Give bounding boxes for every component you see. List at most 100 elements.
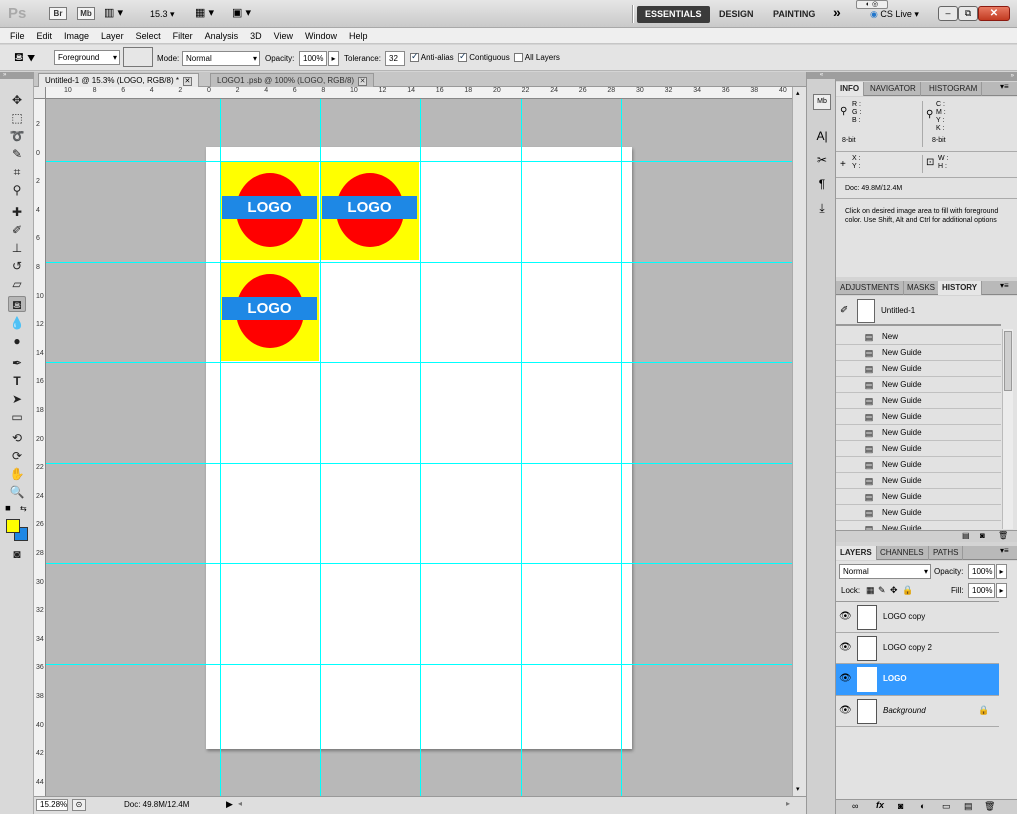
- tab-navigator[interactable]: NAVIGATOR: [866, 82, 921, 96]
- dock-collapse-icon[interactable]: «: [807, 72, 836, 79]
- menu-image[interactable]: Image: [58, 28, 95, 44]
- anti-alias-option[interactable]: Anti-alias: [410, 51, 454, 63]
- history-item[interactable]: ▤ New Guide: [836, 441, 1001, 457]
- vertical-guide[interactable]: [621, 99, 622, 796]
- brush-tool-icon[interactable]: ✐: [8, 222, 26, 238]
- character-panel-icon[interactable]: A|: [813, 128, 831, 144]
- layer-style-icon[interactable]: fx: [876, 800, 884, 810]
- tab-histogram[interactable]: HISTOGRAM: [925, 82, 983, 96]
- layer-row-logo-copy[interactable]: 👁 LOGO copy: [836, 602, 999, 633]
- scroll-left-icon[interactable]: ◂: [238, 799, 242, 808]
- tab-info[interactable]: INFO: [836, 82, 865, 96]
- tab-layers[interactable]: LAYERS: [836, 546, 877, 560]
- horizontal-guide[interactable]: [46, 262, 792, 263]
- blur-tool-icon[interactable]: 💧: [8, 315, 26, 331]
- status-menu-icon[interactable]: ⊙: [72, 799, 86, 811]
- panels-collapse-icon[interactable]: »: [836, 72, 1017, 81]
- status-popup-arrow-icon[interactable]: ▶: [226, 799, 233, 810]
- close-tab-icon[interactable]: ✕: [358, 77, 368, 86]
- history-item[interactable]: ▤ New Guide: [836, 361, 1001, 377]
- horizontal-guide[interactable]: [46, 563, 792, 564]
- tab-adjustments[interactable]: ADJUSTMENTS: [836, 281, 905, 295]
- history-snapshot[interactable]: ✐ Untitled-1: [836, 296, 1001, 326]
- layer-opacity-input[interactable]: 100%: [968, 564, 995, 579]
- menu-window[interactable]: Window: [299, 28, 343, 44]
- all-layers-option[interactable]: All Layers: [514, 53, 560, 63]
- visibility-eye-icon[interactable]: 👁: [839, 642, 852, 653]
- quick-selection-tool-icon[interactable]: ✎: [8, 146, 26, 162]
- tab-masks[interactable]: MASKS: [903, 281, 941, 295]
- minimize-button[interactable]: –: [938, 6, 958, 21]
- scroll-up-icon[interactable]: ▴: [796, 89, 800, 97]
- contiguous-option[interactable]: Contiguous: [458, 51, 510, 63]
- ruler-origin[interactable]: [34, 87, 46, 99]
- canvas-area[interactable]: LOGO LOGO LOGO: [46, 99, 792, 796]
- vertical-guide[interactable]: [521, 99, 522, 796]
- healing-brush-tool-icon[interactable]: ✚: [8, 204, 26, 220]
- tab-channels[interactable]: CHANNELS: [876, 546, 929, 560]
- tab-logo1-psb[interactable]: LOGO1 .psb @ 100% (LOGO, RGB/8) ✕: [210, 73, 375, 87]
- lock-transparency-icon[interactable]: ▦: [866, 585, 875, 596]
- menu-layer[interactable]: Layer: [95, 28, 130, 44]
- contiguous-checkbox[interactable]: [458, 51, 467, 63]
- history-item[interactable]: ▤ New Guide: [836, 489, 1001, 505]
- tab-untitled-1[interactable]: Untitled-1 @ 15.3% (LOGO, RGB/8) * ✕: [38, 73, 199, 87]
- hand-tool-icon[interactable]: ✋: [8, 466, 26, 482]
- layer-row-background[interactable]: 👁 Background 🔒: [836, 696, 999, 727]
- cs-live-button[interactable]: ◉ CS Live ▾: [870, 9, 919, 20]
- more-workspaces-button[interactable]: »: [833, 4, 841, 20]
- blend-mode-select[interactable]: Normal ▾: [839, 564, 931, 579]
- history-item[interactable]: ▤ New: [836, 329, 1001, 345]
- eraser-tool-icon[interactable]: ▱: [8, 276, 26, 292]
- panel-menu-icon[interactable]: ▾≡: [1000, 82, 1009, 91]
- history-item[interactable]: ▤ New Guide: [836, 409, 1001, 425]
- vertical-guide[interactable]: [320, 99, 321, 796]
- path-selection-tool-icon[interactable]: ➤: [8, 391, 26, 407]
- tools-collapse-icon[interactable]: »: [0, 72, 34, 79]
- history-item[interactable]: ▤ New Guide: [836, 345, 1001, 361]
- panel-menu-icon[interactable]: ▾≡: [1000, 546, 1009, 555]
- lasso-tool-icon[interactable]: ➰: [8, 128, 26, 144]
- menu-select[interactable]: Select: [130, 28, 167, 44]
- tab-paths[interactable]: PATHS: [929, 546, 964, 560]
- opacity-slider-button[interactable]: ▸: [328, 51, 339, 66]
- link-layers-icon[interactable]: ∞: [852, 801, 858, 811]
- default-colors-icon[interactable]: ◼: [5, 504, 11, 512]
- clone-stamp-tool-icon[interactable]: ⊥: [8, 240, 26, 256]
- workspace-design[interactable]: DESIGN: [711, 6, 762, 23]
- history-item[interactable]: ▤ New Guide: [836, 377, 1001, 393]
- all-layers-checkbox[interactable]: [514, 53, 523, 63]
- fill-source-select[interactable]: Foreground ▾: [54, 50, 120, 65]
- menu-help[interactable]: Help: [343, 28, 374, 44]
- lock-position-icon[interactable]: ✥: [890, 585, 898, 596]
- view-extras-icon[interactable]: ▥ ▾: [104, 6, 123, 19]
- dodge-tool-icon[interactable]: ●: [8, 333, 26, 349]
- vertical-guide[interactable]: [220, 99, 221, 796]
- marquee-tool-icon[interactable]: ⬚: [8, 110, 26, 126]
- menu-view[interactable]: View: [268, 28, 299, 44]
- vertical-ruler[interactable]: 2 0 2 4 6 8 10 12 14 16 18 20 22 24 26 28 30 32 34 36 38 40 42…: [34, 99, 46, 796]
- move-tool-icon[interactable]: ✥: [8, 92, 26, 108]
- 3d-orbit-tool-icon[interactable]: ⟳: [8, 448, 26, 464]
- new-layer-icon[interactable]: ▤: [964, 801, 973, 812]
- foreground-color-swatch[interactable]: [6, 519, 20, 533]
- 3d-rotate-tool-icon[interactable]: ⟲: [8, 430, 26, 446]
- arrange-documents-icon[interactable]: ▦ ▾: [195, 6, 214, 19]
- fill-input[interactable]: 100%: [968, 583, 995, 598]
- scroll-right-icon[interactable]: ▸: [786, 799, 790, 808]
- zoom-level-dropdown[interactable]: 15.3 ▾: [150, 9, 175, 20]
- visibility-eye-icon[interactable]: 👁: [839, 673, 852, 684]
- restore-button[interactable]: ⧉: [958, 6, 978, 21]
- eyedropper-tool-icon[interactable]: ⚲: [8, 182, 26, 198]
- layer-opacity-slider-button[interactable]: ▸: [996, 564, 1007, 579]
- menu-3d[interactable]: 3D: [244, 28, 268, 44]
- paint-bucket-preset-icon[interactable]: ⛾ ▾: [14, 50, 35, 66]
- paint-bucket-tool-icon[interactable]: ⛾: [8, 296, 26, 312]
- opacity-input[interactable]: 100%: [299, 51, 327, 66]
- document-canvas[interactable]: LOGO LOGO LOGO: [206, 147, 632, 749]
- paragraph-panel-icon[interactable]: ¶: [813, 176, 831, 192]
- menu-analysis[interactable]: Analysis: [199, 28, 245, 44]
- history-item[interactable]: ▤ New Guide: [836, 393, 1001, 409]
- horizontal-guide[interactable]: [46, 463, 792, 464]
- zoom-tool-icon[interactable]: 🔍: [8, 484, 26, 500]
